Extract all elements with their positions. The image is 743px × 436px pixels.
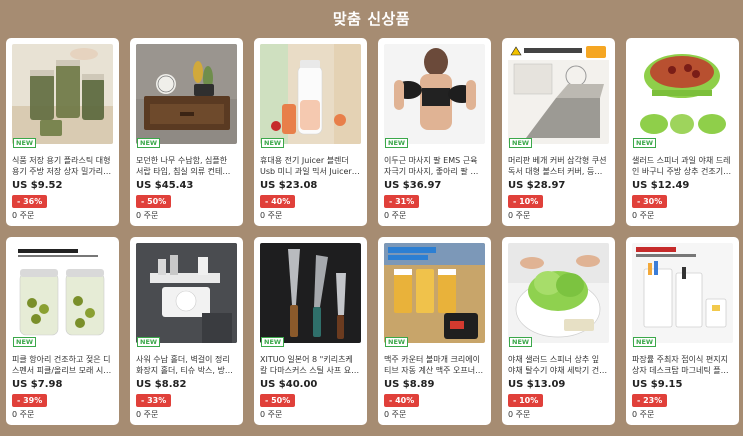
product-card[interactable]: NEW 사워 수납 홀더, 벽걸이 정리 화장지 홀더, 티슈 박스, 방수 랙… [130,237,243,425]
order-count: 0 주문 [384,211,407,220]
new-badge: NEW [633,138,657,148]
order-count: 0 주문 [632,211,655,220]
product-card[interactable]: NEW 맥주 카운터 볼마개 크리에이티브 자동 계산 맥주 오프너 ... U… [378,237,491,425]
order-count: 0 주문 [260,410,283,419]
product-title[interactable]: 식품 저장 용기 플라스틱 대형 용기 주방 저장 상자 밀가리 ... [12,155,113,177]
new-badge: NEW [261,138,285,148]
product-card[interactable]: NEW 야채 샐러드 스피너 상추 잎 야채 탈수기 야채 세탁기 건조 ...… [502,237,615,425]
discount-badge: - 31% [384,195,420,208]
product-price: US $13.09 [508,379,566,390]
product-card[interactable]: NEW 휴대용 전기 Juicer 블렌더 Usb 미니 과일 믹서 Juice… [254,38,367,226]
new-badge: NEW [261,337,285,347]
product-title[interactable]: 머리판 베개 커버 삼각형 쿠션 독서 대형 볼스터 커버, 등받 ... [508,155,609,177]
order-count: 0 주문 [260,211,283,220]
product-image[interactable] [260,243,361,343]
product-title[interactable]: 파장률 주최자 접이식 편지지 상자 데스크탑 마그네틱 플라 ... [632,354,733,376]
product-price: US $28.97 [508,180,566,191]
discount-badge: - 10% [508,195,544,208]
discount-badge: - 50% [136,195,172,208]
order-count: 0 주문 [632,410,655,419]
product-title[interactable]: 샐러드 스피너 과일 야채 드레인 바구니 주방 상추 건조기, ... [632,155,733,177]
product-price: US $9.15 [632,379,683,390]
discount-badge: - 39% [12,394,48,407]
product-title[interactable]: 야채 샐러드 스피너 상추 잎 야채 탈수기 야채 세탁기 건조 ... [508,354,609,376]
product-price: US $45.43 [136,180,194,191]
discount-badge: - 23% [632,394,668,407]
product-image[interactable] [12,243,113,343]
product-price: US $23.08 [260,180,318,191]
product-card[interactable]: NEW 파장률 주최자 접이식 편지지 상자 데스크탑 마그네틱 플라 ... … [626,237,739,425]
new-badge: NEW [633,337,657,347]
product-image[interactable] [508,44,609,144]
discount-badge: - 50% [260,394,296,407]
order-count: 0 주문 [508,410,531,419]
product-card[interactable]: NEW 이두근 마사지 팔 EMS 근육 자극기 마사지, 좋아리 팔 피트 .… [378,38,491,226]
discount-badge: - 40% [384,394,420,407]
new-badge: NEW [13,138,37,148]
product-grid: NEW 식품 저장 용기 플라스틱 대형 용기 주방 저장 상자 밀가리 ...… [6,38,739,425]
new-badge: NEW [137,138,161,148]
order-count: 0 주문 [136,410,159,419]
product-card[interactable]: NEW 샐러드 스피너 과일 야채 드레인 바구니 주방 상추 건조기, ...… [626,38,739,226]
discount-badge: - 30% [632,195,668,208]
new-badge: NEW [385,138,409,148]
order-count: 0 주문 [12,211,35,220]
product-price: US $7.98 [12,379,63,390]
section-title: 맞춤 신상품 [332,9,411,28]
order-count: 0 주문 [508,211,531,220]
new-badge: NEW [13,337,37,347]
product-image[interactable] [12,44,113,144]
product-title[interactable]: XITUO 일본어 8 "키리츠케 칼 다마스커스 스틸 사프 요리사 ... [260,354,361,376]
product-card[interactable]: NEW XITUO 일본어 8 "키리츠케 칼 다마스커스 스틸 사프 요리사 … [254,237,367,425]
new-badge: NEW [509,337,533,347]
discount-badge: - 40% [260,195,296,208]
discount-badge: - 10% [508,394,544,407]
product-price: US $12.49 [632,180,690,191]
product-title[interactable]: 모던한 나무 수납함, 심플한 서랍 타입, 침실 의류 컨테이너, ... [136,155,237,177]
product-price: US $36.97 [384,180,442,191]
product-price: US $40.00 [260,379,318,390]
order-count: 0 주문 [12,410,35,419]
discount-badge: - 36% [12,195,48,208]
product-image[interactable] [632,243,733,343]
product-title[interactable]: 사워 수납 홀더, 벽걸이 정리 화장지 홀더, 티슈 박스, 방수 랙 ... [136,354,237,376]
product-card[interactable]: NEW 머리판 베개 커버 삼각형 쿠션 독서 대형 볼스터 커버, 등받 ..… [502,38,615,226]
product-card[interactable]: NEW 피클 항아리 건조하고 젖은 디스펜서 피클/올리브 모래 시 ... … [6,237,119,425]
discount-badge: - 33% [136,394,172,407]
product-image[interactable] [384,243,485,343]
product-card[interactable]: NEW 모던한 나무 수납함, 심플한 서랍 타입, 침실 의류 컨테이너, .… [130,38,243,226]
product-image[interactable] [136,44,237,144]
new-badge: NEW [137,337,161,347]
product-title[interactable]: 이두근 마사지 팔 EMS 근육 자극기 마사지, 좋아리 팔 피트 ... [384,155,485,177]
product-card[interactable]: NEW 식품 저장 용기 플라스틱 대형 용기 주방 저장 상자 밀가리 ...… [6,38,119,226]
new-badge: NEW [509,138,533,148]
order-count: 0 주문 [384,410,407,419]
product-image[interactable] [632,44,733,144]
product-title[interactable]: 휴대용 전기 Juicer 블렌더 Usb 미니 과일 믹서 Juicers 과… [260,155,361,177]
new-badge: NEW [385,337,409,347]
product-price: US $8.89 [384,379,435,390]
product-price: US $9.52 [12,180,63,191]
product-price: US $8.82 [136,379,187,390]
order-count: 0 주문 [136,211,159,220]
section-header: 맞춤 신상품 [0,0,743,36]
product-title[interactable]: 피클 항아리 건조하고 젖은 디스펜서 피클/올리브 모래 시 ... [12,354,113,376]
product-image[interactable] [508,243,609,343]
product-image[interactable] [384,44,485,144]
product-image[interactable] [136,243,237,343]
product-image[interactable] [260,44,361,144]
product-title[interactable]: 맥주 카운터 볼마개 크리에이티브 자동 계산 맥주 오프너 ... [384,354,485,376]
